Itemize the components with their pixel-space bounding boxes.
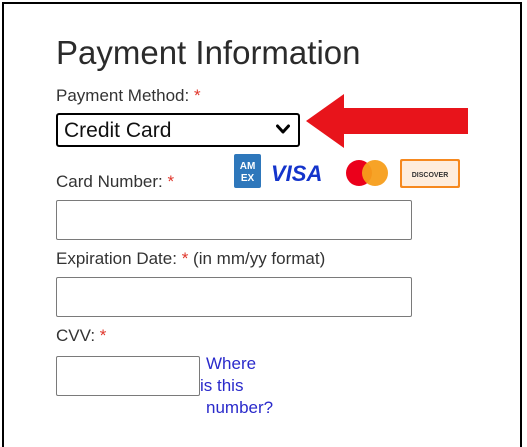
svg-text:EX: EX [241,173,255,184]
cvv-help-line: is this [200,376,244,395]
svg-text:DISCOVER: DISCOVER [412,172,449,179]
accepted-cards: AM EX VISA DISCOVER [234,154,460,188]
card-number-label: Card Number: * [56,172,174,192]
amex-icon: AM EX [234,154,261,188]
cvv-help-line: Where [206,354,257,373]
required-marker: * [181,249,189,268]
payment-method-select[interactable]: Credit Card [56,113,300,147]
expiration-input[interactable] [56,277,412,317]
card-number-label-text: Card Number: [56,172,163,191]
mastercard-icon [346,160,388,186]
cvv-help-link[interactable]: Where is this number? [200,353,290,419]
required-marker: * [167,172,175,191]
cvv-label-text: CVV: [56,326,96,345]
expiration-label: Expiration Date: * (in mm/yy format) [56,249,325,269]
expiration-label-text: Expiration Date: [56,249,177,268]
cvv-input[interactable] [56,356,200,396]
cvv-label: CVV: * [56,326,106,346]
cvv-help-line: number? [206,398,274,417]
required-marker: * [99,326,107,345]
arrow-pointer-icon [306,94,468,148]
svg-text:AM: AM [240,161,256,172]
payment-method-label: Payment Method: * [56,86,201,106]
card-number-input[interactable] [56,200,412,240]
payment-method-selected-value: Credit Card [64,119,172,142]
svg-text:VISA: VISA [271,161,322,186]
chevron-down-icon [276,124,290,134]
payment-method-label-text: Payment Method: [56,86,190,105]
visa-icon: VISA [271,161,322,186]
page-title: Payment Information [56,34,361,71]
discover-icon: DISCOVER [400,159,460,188]
required-marker: * [193,86,201,105]
expiration-hint: (in mm/yy format) [193,249,326,268]
